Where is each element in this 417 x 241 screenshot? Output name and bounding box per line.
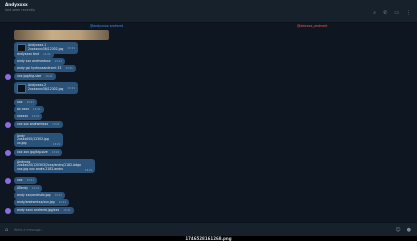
message-bubble[interactable]: andy xxx/andrsdx.jpg 13:21 [14, 192, 65, 199]
mention-left[interactable]: @andyxxxx andrsmt [90, 24, 123, 28]
message-text: ax xxxx [17, 106, 30, 111]
message-item[interactable]: andyxxxx text 13:21 [14, 51, 54, 58]
message-input[interactable]: Write a message... [14, 228, 44, 232]
phone-icon[interactable]: ✆ [383, 11, 387, 16]
message-text: xxx sxx andrsmtxxx [17, 121, 49, 126]
search-icon[interactable]: ⌕ [373, 11, 376, 16]
message-text: andy xxx andrsmtxxx [17, 58, 51, 63]
message-item[interactable]: xxxxxx 13:21 [14, 113, 43, 120]
message-time: 13:21 [32, 115, 40, 119]
avatar[interactable] [5, 122, 11, 128]
message-time: 13:21 [54, 60, 63, 64]
message-time: 13:21 [26, 101, 34, 105]
message-time: 13:21 [45, 75, 53, 79]
sidebar-icon[interactable]: ▭ [394, 11, 399, 16]
message-time: 13:21 [52, 123, 60, 127]
file-caption: 1746528161268.png [185, 236, 232, 241]
message-bubble[interactable]: Andyxxxx.2 2xxxxxxx38/12302.jpg 13:21 [14, 82, 78, 94]
more-icon[interactable]: ⋮ [406, 11, 411, 16]
message-text: andyxxxx text [17, 51, 40, 56]
message-text: xxxxxx [17, 113, 28, 118]
message-bubble[interactable]: ax xxxx 13:21 [14, 106, 44, 113]
message-text: andy gsi hydrxxxandrsmt 33 [17, 65, 62, 70]
pinned-image[interactable] [14, 30, 109, 40]
message-time: 13:21 [33, 108, 41, 112]
file-icon[interactable] [17, 83, 26, 93]
message-bubble[interactable]: xxx 13:21 [14, 99, 37, 106]
message-text: 2xxxxxxx38/12302.jpg [28, 87, 64, 91]
message-item[interactable]: ATandy 13:21 [14, 185, 43, 192]
message-time: 13:21 [51, 151, 60, 155]
message-time: 13:21 [26, 179, 34, 183]
message-text: xxx [17, 99, 23, 104]
telegram-window: Andyxxxx last seen recently ⌕ ✆ ▭ ⋮ @and… [0, 0, 417, 236]
message-item[interactable]: andy xxx/andrsdx.jpg 13:21 [14, 192, 65, 199]
message-bubble[interactable]: xxx sxx andrsmtxxx 13:21 [14, 121, 63, 128]
message-bubble[interactable]: andy xxxx andrsmt.jpg/xxx 13:21 [14, 207, 74, 214]
message-time: 13:21 [58, 201, 67, 205]
message-bubble[interactable]: xxxxxx 13:21 [14, 113, 43, 120]
message-bubble[interactable]: xxx 13:21 [14, 177, 37, 184]
avatar[interactable] [5, 178, 11, 184]
message-time: 13:21 [52, 142, 61, 146]
avatar[interactable] [5, 208, 11, 214]
message-bubble[interactable]: Andy 2xxxx000/12302.jpg xx.jpg 13:21 [14, 133, 64, 148]
message-item[interactable]: andy gsi hydrxxxandrsmt 33 13:21 [14, 65, 76, 72]
chat-title[interactable]: Andyxxxx [5, 2, 28, 7]
message-bubble[interactable]: andy/andrsmtxx/xxx.jpg 13:21 [14, 199, 70, 206]
message-time: 13:21 [67, 86, 75, 90]
message-item[interactable]: Andy 2xxxx000/12302.jpg xx.jpg 13:21 [14, 133, 64, 148]
message-item[interactable]: xxx jpg/big-size 13:21 [5, 73, 56, 80]
avatar[interactable] [5, 74, 11, 80]
message-text: xxx [17, 177, 23, 182]
message-item[interactable]: ax xxxx 13:21 [14, 106, 44, 113]
message-time: 13:21 [67, 46, 75, 50]
message-list: Andyxxxx.1 2xxxxxxx38/12302.jpg 13:21 andyx… [0, 42, 417, 222]
message-item[interactable]: andy xxxx andrsmt.jpg/xxx 13:21 [5, 207, 74, 214]
message-time: 13:21 [84, 168, 93, 172]
message-time: 13:21 [43, 53, 51, 57]
message-bubble[interactable]: xxx xxx jpg/big-size 13:21 [14, 149, 63, 156]
mention-right[interactable]: @alexxxx_andrsmt [297, 24, 327, 28]
message-item[interactable]: andy xxx andrsmtxxx 13:21 [14, 58, 66, 65]
chat-header: Andyxxxx last seen recently ⌕ ✆ ▭ ⋮ [0, 0, 417, 23]
composer-right-icons: ☺ ● [395, 227, 411, 233]
message-item[interactable]: Andyxxx 2xxxxx20/120303/2xxx/andrs/2182.A… [14, 159, 96, 174]
message-item[interactable]: xxx 13:21 [14, 99, 37, 106]
message-bubble[interactable]: andy gsi hydrxxxandrsmt 33 13:21 [14, 65, 76, 72]
message-text: xxx xxx jpg/big-size [17, 149, 48, 154]
message-text: xx.jpg [17, 141, 27, 146]
sticker-icon[interactable]: ☺ [395, 227, 400, 233]
message-time: 13:21 [63, 209, 71, 213]
message-text: xxx.jpg xxx andrs 2182.andrs [17, 167, 63, 172]
message-item[interactable]: Andyxxxx.2 2xxxxxxx38/12302.jpg 13:21 [14, 82, 78, 94]
header-icons: ⌕ ✆ ▭ ⋮ [373, 11, 411, 16]
attach-icon[interactable]: ⌂ [5, 227, 8, 233]
avatar[interactable] [5, 150, 11, 156]
message-item[interactable]: xxx sxx andrsmtxxx 13:21 [5, 121, 63, 128]
message-bubble[interactable]: Andyxxx 2xxxxx20/120303/2xxx/andrs/2182.A… [14, 159, 96, 174]
message-text: xxx jpg/big-size [17, 73, 42, 78]
message-text: andy xxxx andrsmt.jpg/xxx [17, 207, 60, 212]
composer: ⌂ Write a message... ☺ ● [0, 222, 417, 236]
message-time: 13:21 [31, 187, 40, 191]
message-bubble[interactable]: andyxxxx text 13:21 [14, 51, 54, 58]
message-item[interactable]: xxx xxx jpg/big-size 13:21 [5, 149, 63, 156]
chat-status: last seen recently [5, 8, 36, 12]
message-bubble[interactable]: andy xxx andrsmtxxx 13:21 [14, 58, 66, 65]
message-text: andy xxx/andrsdx.jpg [17, 192, 51, 197]
message-text: ATandy [17, 185, 28, 190]
message-time: 13:21 [54, 194, 62, 198]
mic-icon[interactable]: ● [407, 227, 411, 233]
message-item[interactable]: andy/andrsmtxx/xxx.jpg 13:21 [14, 199, 70, 206]
message-bubble[interactable]: xxx jpg/big-size 13:21 [14, 73, 56, 80]
message-bubble[interactable]: ATandy 13:21 [14, 185, 43, 192]
message-time: 13:21 [65, 67, 73, 71]
message-item[interactable]: xxx 13:21 [5, 177, 37, 184]
message-text: andy/andrsmtxx/xxx.jpg [17, 199, 55, 204]
